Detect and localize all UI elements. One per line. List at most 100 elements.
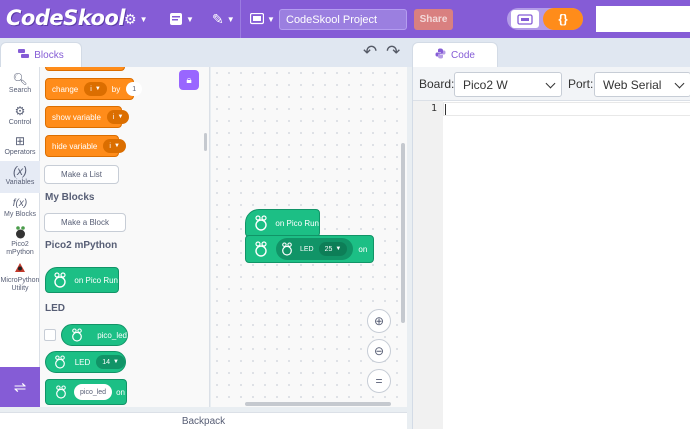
share-button[interactable]: Share (414, 9, 453, 30)
chevron-down-icon (545, 78, 556, 89)
raspberry-pi-icon (52, 353, 69, 371)
active-line[interactable] (443, 102, 690, 116)
category-label: Control (8, 119, 32, 126)
zoom-reset-button[interactable]: = (367, 369, 391, 393)
code-mode-button[interactable]: {} (543, 8, 583, 30)
category-my-blocks[interactable]: f(x) My Blocks (0, 193, 40, 223)
category-control[interactable]: ⚙ Control (0, 101, 40, 131)
category-pico2-mpython[interactable]: Pico2 mPython (0, 223, 40, 257)
raspberry-pi-icon (52, 383, 70, 401)
zoom-out-icon: ⊖ (373, 344, 385, 358)
change-variable-block[interactable]: change i ▼ by 1 (45, 78, 143, 100)
variable-dropdown[interactable]: i ▼ (106, 110, 130, 124)
number-input[interactable]: 1 (126, 82, 143, 96)
workspace-horizontal-scrollbar[interactable] (245, 402, 391, 406)
tab-code[interactable]: Code (412, 42, 498, 67)
menu-bar: CodeSkool ⚙ ▼ ▼ ✎ ▼ ▼ CodeSkool Project Sh… (0, 0, 690, 38)
control-icon: ⚙ (14, 104, 26, 118)
category-label: My Blocks (4, 211, 36, 218)
zoom-in-icon: ⊕ (373, 314, 385, 328)
board-select[interactable]: Pico2 W (454, 72, 562, 97)
blocks-tab-icon (18, 49, 30, 61)
settings-menu[interactable]: ⚙ ▼ (124, 9, 147, 29)
caret-down-icon: ▼ (186, 14, 194, 24)
category-variables[interactable]: (x) Variables (0, 161, 40, 193)
edit-menu[interactable]: ✎ ▼ (212, 9, 235, 29)
workspace-vertical-scrollbar[interactable] (401, 143, 405, 323)
caret-down-icon: ▼ (226, 14, 235, 24)
led-pin-dropdown[interactable]: 14 ▼ (96, 355, 125, 369)
codeskool-logo[interactable]: CodeSkool (6, 6, 126, 30)
palette-block-partial[interactable] (45, 67, 125, 71)
menu-search-box[interactable] (596, 6, 690, 32)
text-cursor (445, 104, 446, 115)
caret-down-icon: ▼ (139, 14, 148, 24)
raspberry-pi-icon (52, 271, 68, 289)
make-a-list-button[interactable]: Make a List (44, 165, 119, 184)
port-label: Port: (568, 77, 594, 91)
editor-mode-toggle[interactable]: {} (507, 8, 583, 30)
palette-scrollbar[interactable] (204, 133, 207, 151)
line-number: 1 (430, 103, 437, 114)
file-menu[interactable]: ▼ (169, 9, 194, 29)
lock-button[interactable]: 🔒︎ (179, 70, 199, 90)
tab-row (0, 38, 690, 67)
variable-dropdown[interactable]: i ▼ (84, 82, 107, 96)
category-label: Search (8, 87, 32, 94)
pico-led-checkbox[interactable] (44, 329, 56, 341)
add-extension-icon: ⇌ (13, 379, 27, 396)
category-label: MicroPython Utility (0, 277, 40, 292)
blocks-icon (517, 13, 533, 25)
led-pin-dropdown[interactable]: 25 ▼ (318, 242, 348, 256)
tutorials-menu[interactable]: ▼ (250, 9, 275, 29)
on-pico-run-block[interactable]: on Pico Run (45, 267, 119, 293)
pico-heading: Pico2 mPython (45, 240, 118, 251)
code-gutter (413, 101, 443, 429)
category-micropython-utility[interactable]: MicroPython Utility (0, 259, 40, 295)
board-select-value: Pico2 W (463, 78, 508, 92)
micropython-icon (0, 262, 40, 277)
make-a-block-button[interactable]: Make a Block (44, 213, 126, 232)
block-label: LED (74, 357, 91, 367)
add-extension-button[interactable]: ⇌ (0, 367, 40, 407)
pico-led-reporter[interactable]: pico_led (61, 324, 128, 346)
show-variable-block[interactable]: show variable i ▼ (45, 106, 130, 128)
gear-icon: ⚙ (124, 10, 137, 27)
led-reporter[interactable]: LED 14 ▼ (45, 351, 126, 373)
tab-blocks[interactable]: Blocks (0, 42, 82, 67)
project-title-input[interactable]: CodeSkool Project (279, 9, 407, 30)
redo-icon[interactable]: ↷ (386, 42, 400, 62)
chevron-down-icon (674, 78, 685, 89)
block-label: on (116, 387, 125, 397)
workspace-on-pico-run-block[interactable]: on Pico Run (245, 209, 320, 237)
led-heading: LED (45, 303, 65, 314)
category-search[interactable]: 🔍︎ Search (0, 69, 40, 99)
block-label: change (52, 84, 79, 94)
block-label: on Pico Run (74, 275, 118, 285)
led-reporter-input[interactable]: LED 25 ▼ (276, 238, 354, 260)
led-input[interactable]: pico_led (74, 384, 113, 400)
port-select[interactable]: Web Serial (594, 72, 690, 97)
hide-variable-block[interactable]: hide variable i ▼ (45, 135, 126, 157)
block-label: LED (300, 245, 314, 253)
variable-dropdown[interactable]: i ▼ (103, 139, 126, 153)
zoom-out-button[interactable]: ⊖ (367, 339, 391, 363)
block-label: hide variable (52, 141, 98, 151)
raspberry-pi-icon (252, 214, 269, 232)
raspberry-icon (0, 226, 40, 241)
led-on-block[interactable]: pico_led on (45, 379, 127, 405)
code-toolbar: Board: Pico2 W Port: Web Serial (413, 67, 690, 101)
block-label: show variable (52, 112, 101, 122)
tab-blocks-label: Blocks (34, 49, 64, 61)
backpack-bar[interactable]: Backpack (0, 412, 407, 429)
monitor-icon (250, 12, 264, 24)
operators-icon: ⊞ (14, 134, 26, 148)
category-label: Pico2 mPython (6, 241, 34, 256)
file-icon (170, 13, 182, 25)
workspace-led-on-block[interactable]: LED 25 ▼ on (245, 235, 374, 263)
zoom-in-button[interactable]: ⊕ (367, 309, 391, 333)
blocks-mode-button[interactable] (511, 10, 539, 28)
my-blocks-icon: f(x) (12, 198, 28, 209)
category-operators[interactable]: ⊞ Operators (0, 131, 40, 161)
undo-icon[interactable]: ↶ (363, 42, 377, 62)
